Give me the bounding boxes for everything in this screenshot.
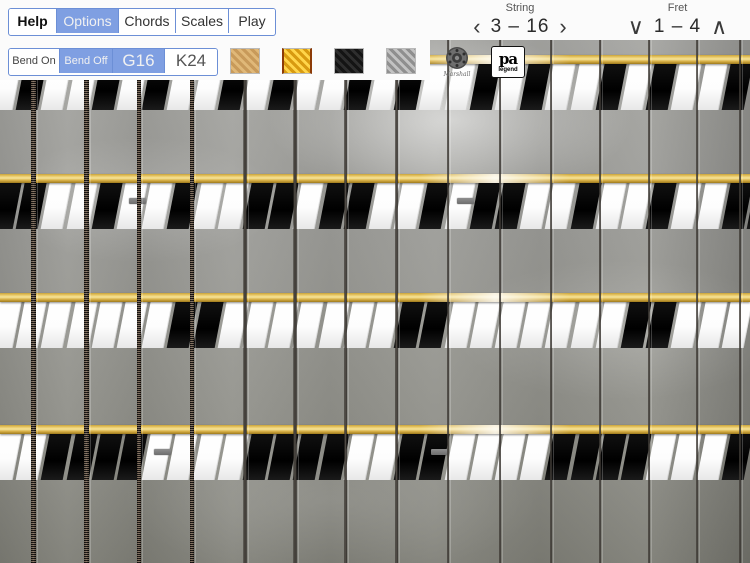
- pa-legend-logo[interactable]: pa legend: [491, 46, 525, 78]
- menu-item-help[interactable]: Help: [9, 9, 57, 33]
- string-stepper-label: String: [505, 2, 535, 14]
- string-range-stepper: String ‹ 3 – 16 ›: [440, 2, 600, 40]
- string-highlight-4: [195, 0, 196, 563]
- speaker-logo-label: Marshall: [443, 71, 471, 78]
- string-prev-arrow[interactable]: ‹: [467, 16, 486, 38]
- fret-range-stepper: Fret ∨ 1 – 4 ∧: [610, 2, 745, 40]
- string-highlight-2: [89, 0, 91, 563]
- menu-item-play[interactable]: Play: [229, 9, 275, 33]
- string-highlight-7: [347, 0, 349, 563]
- string-highlight-15: [742, 0, 743, 563]
- string-highlight-3: [142, 0, 144, 563]
- guitar-string-15[interactable]: [739, 0, 741, 563]
- guitar-string-7[interactable]: [343, 0, 347, 563]
- bend-option-bend-on[interactable]: Bend On: [9, 49, 60, 73]
- fret-bar-glint: [420, 293, 570, 302]
- fret-up-arrow[interactable]: ∧: [705, 16, 733, 38]
- guitar-string-9[interactable]: [446, 0, 450, 563]
- pa-logo-bottom: legend: [498, 66, 518, 73]
- fretboard[interactable]: [0, 0, 750, 563]
- guitar-string-13[interactable]: [648, 0, 650, 563]
- menu-item-scales[interactable]: Scales: [176, 9, 229, 33]
- key-row-3[interactable]: [0, 300, 750, 348]
- bend-option-bend-off[interactable]: Bend Off: [60, 49, 113, 73]
- guitar-string-8[interactable]: [394, 0, 398, 563]
- menu-item-chords[interactable]: Chords: [119, 9, 176, 33]
- swatch-tan-wicker-grille[interactable]: [230, 48, 260, 74]
- string-range-value: 3 – 16: [490, 16, 550, 37]
- key-row-2[interactable]: [0, 181, 750, 229]
- guitar-string-3[interactable]: [136, 0, 142, 563]
- string-highlight-13: [651, 0, 652, 563]
- swatch-gray-grille[interactable]: [386, 48, 416, 74]
- root-note-marker: [154, 449, 172, 455]
- fret-down-arrow[interactable]: ∨: [622, 16, 650, 38]
- speaker-logo-icon[interactable]: Marshall: [437, 46, 477, 78]
- string-highlight-10: [502, 0, 504, 563]
- swatch-black-grille[interactable]: [334, 48, 364, 74]
- menu-item-options[interactable]: Options: [57, 9, 119, 33]
- guitar-string-1[interactable]: [30, 0, 36, 563]
- guitar-string-12[interactable]: [598, 0, 602, 563]
- fret-bar-glint: [420, 174, 570, 183]
- fret-stepper-label: Fret: [667, 2, 688, 14]
- string-highlight-11: [553, 0, 555, 563]
- guitar-string-6[interactable]: [293, 0, 297, 563]
- guitar-string-4[interactable]: [190, 0, 194, 563]
- string-highlight-5: [247, 0, 249, 563]
- guitar-string-11[interactable]: [549, 0, 553, 563]
- string-highlight-6: [297, 0, 299, 563]
- string-next-arrow[interactable]: ›: [553, 16, 572, 38]
- app-window: Help Options Chords Scales Play Bend On Bend …: [0, 0, 750, 563]
- bend-option-k24[interactable]: K24: [165, 49, 217, 73]
- guitar-string-10[interactable]: [498, 0, 502, 563]
- fret-bar-3: [0, 293, 750, 302]
- guitar-string-2[interactable]: [83, 0, 89, 563]
- string-highlight-9: [450, 0, 452, 563]
- string-highlight-12: [602, 0, 604, 563]
- fret-range-value: 1 – 4: [653, 16, 702, 37]
- bend-option-bar: Bend On Bend Off G16 K24: [8, 48, 218, 76]
- string-highlight-14: [699, 0, 700, 563]
- main-menu-bar: Help Options Chords Scales Play: [8, 8, 276, 36]
- pa-logo-top: pa: [498, 49, 518, 68]
- swatch-gold-grille[interactable]: [282, 48, 312, 74]
- fret-bar-glint: [420, 425, 570, 434]
- fret-bar-2: [0, 174, 750, 183]
- fret-bar-4: [0, 425, 750, 434]
- guitar-string-5[interactable]: [243, 0, 247, 563]
- root-note-marker: [456, 198, 474, 204]
- string-highlight-8: [398, 0, 400, 563]
- key-row-4[interactable]: [0, 432, 750, 480]
- guitar-string-14[interactable]: [696, 0, 698, 563]
- string-highlight-1: [36, 0, 38, 563]
- bend-option-g16[interactable]: G16: [113, 49, 165, 73]
